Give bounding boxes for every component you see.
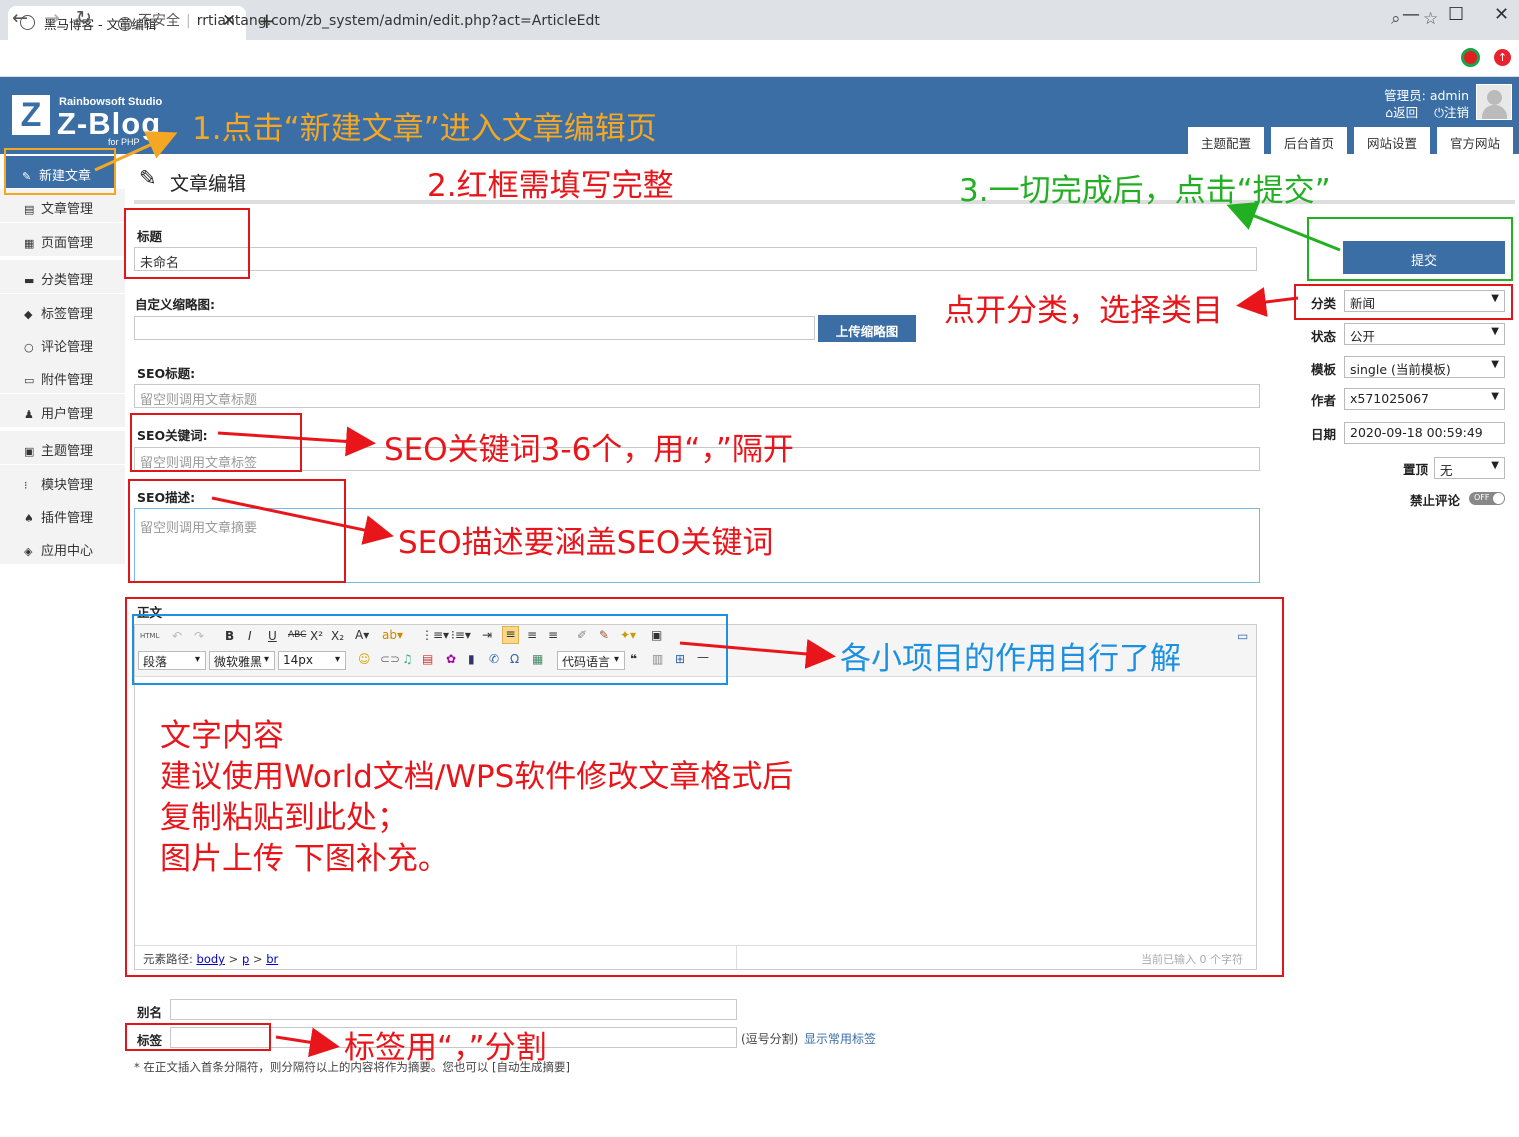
arrow-step3 [1226, 201, 1341, 252]
annotation-arrows [94, 131, 1341, 1058]
arrow-step1 [94, 131, 178, 172]
arrow-seo-description [211, 496, 394, 545]
arrow-category [1236, 287, 1299, 317]
arrow-toolbar [679, 638, 836, 669]
arrow-seo-keywords [217, 426, 376, 457]
arrow-tags [275, 1027, 340, 1058]
